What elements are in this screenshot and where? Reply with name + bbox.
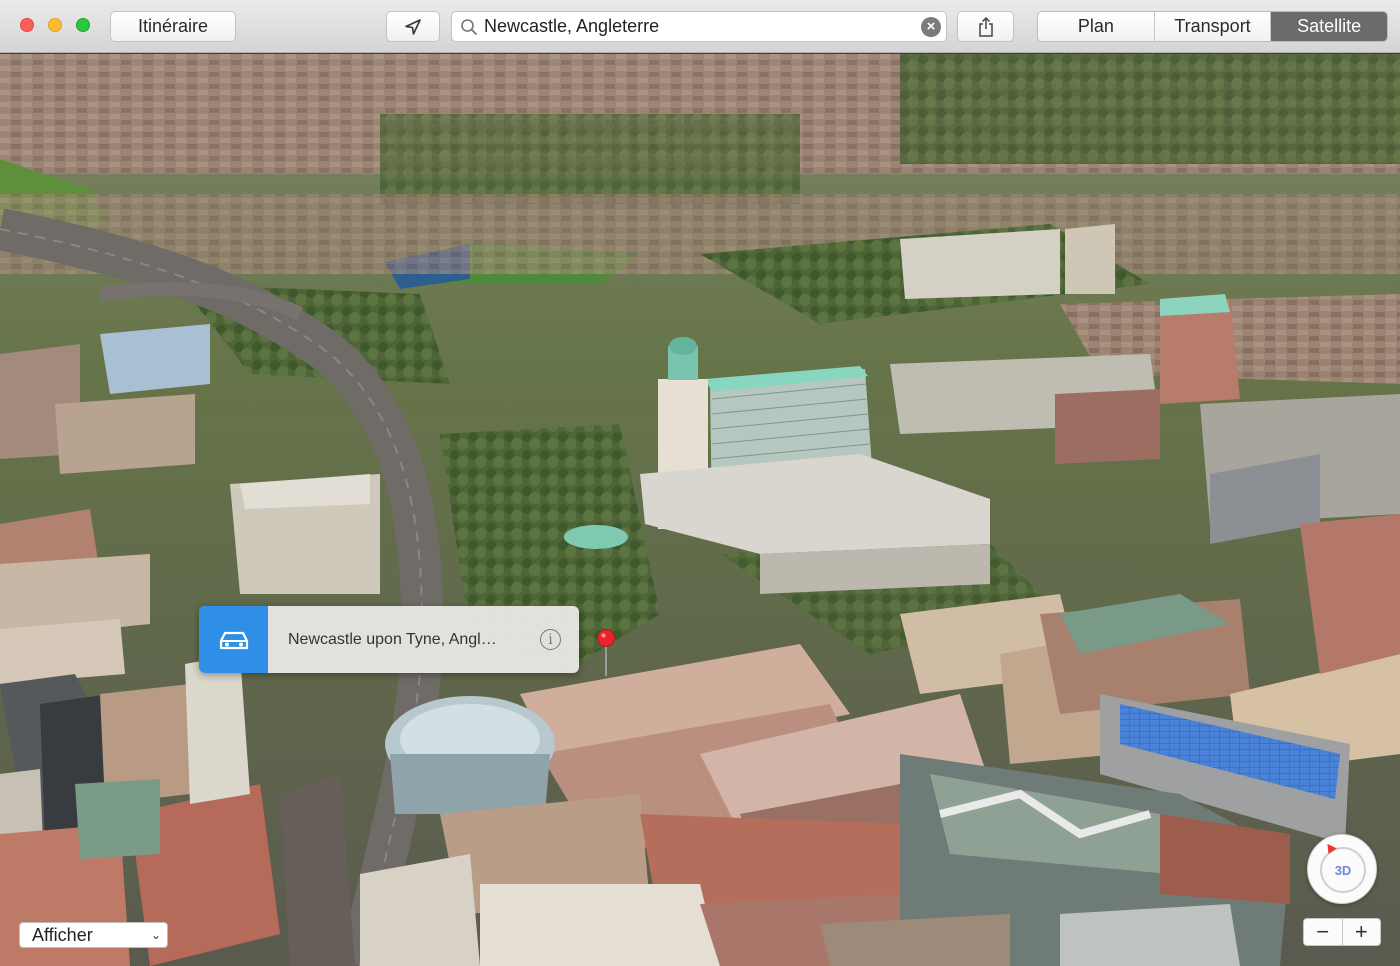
route-button[interactable]: Itinéraire — [110, 11, 236, 42]
current-location-button[interactable] — [386, 11, 440, 42]
search-icon — [461, 18, 477, 35]
close-button[interactable] — [20, 18, 34, 32]
car-icon — [219, 631, 248, 649]
map-mode-segmented-control: Plan Transport Satellite — [1037, 11, 1388, 42]
share-button[interactable] — [957, 11, 1014, 42]
route-button-label: Itinéraire — [137, 16, 209, 36]
directions-button[interactable] — [199, 606, 268, 673]
zoom-out-button[interactable]: − — [1304, 919, 1343, 945]
toolbar: Itinéraire Newcastle, Angleterre × Plan … — [0, 0, 1400, 53]
zoom-window-button[interactable] — [76, 18, 90, 32]
callout-title: Newcastle upon Tyne, Angl… — [288, 630, 497, 648]
tab-satellite[interactable]: Satellite — [1271, 12, 1387, 41]
satellite-imagery — [0, 54, 1400, 966]
share-icon — [978, 16, 993, 37]
minimize-button[interactable] — [48, 18, 62, 32]
zoom-control: − + — [1303, 918, 1381, 946]
location-arrow-icon — [405, 18, 421, 35]
show-menu-label: Afficher — [32, 924, 93, 945]
compass-3d-button[interactable]: 3D — [1307, 834, 1377, 904]
clear-icon[interactable]: × — [921, 16, 941, 37]
compass-3d-label: 3D — [1334, 863, 1352, 878]
search-field[interactable]: Newcastle, Angleterre × — [451, 11, 947, 42]
zoom-in-button[interactable]: + — [1343, 919, 1381, 945]
search-input[interactable]: Newcastle, Angleterre — [484, 16, 921, 37]
satellite-map[interactable] — [0, 54, 1400, 966]
tab-plan[interactable]: Plan — [1038, 12, 1155, 41]
tab-transport[interactable]: Transport — [1155, 12, 1272, 41]
show-menu-dropdown[interactable]: Afficher ⌄ — [19, 922, 168, 948]
chevron-down-icon: ⌄ — [150, 928, 161, 942]
location-callout[interactable]: Newcastle upon Tyne, Angl… i — [199, 606, 579, 673]
location-pin-icon[interactable] — [596, 628, 616, 678]
info-icon[interactable]: i — [540, 629, 561, 650]
